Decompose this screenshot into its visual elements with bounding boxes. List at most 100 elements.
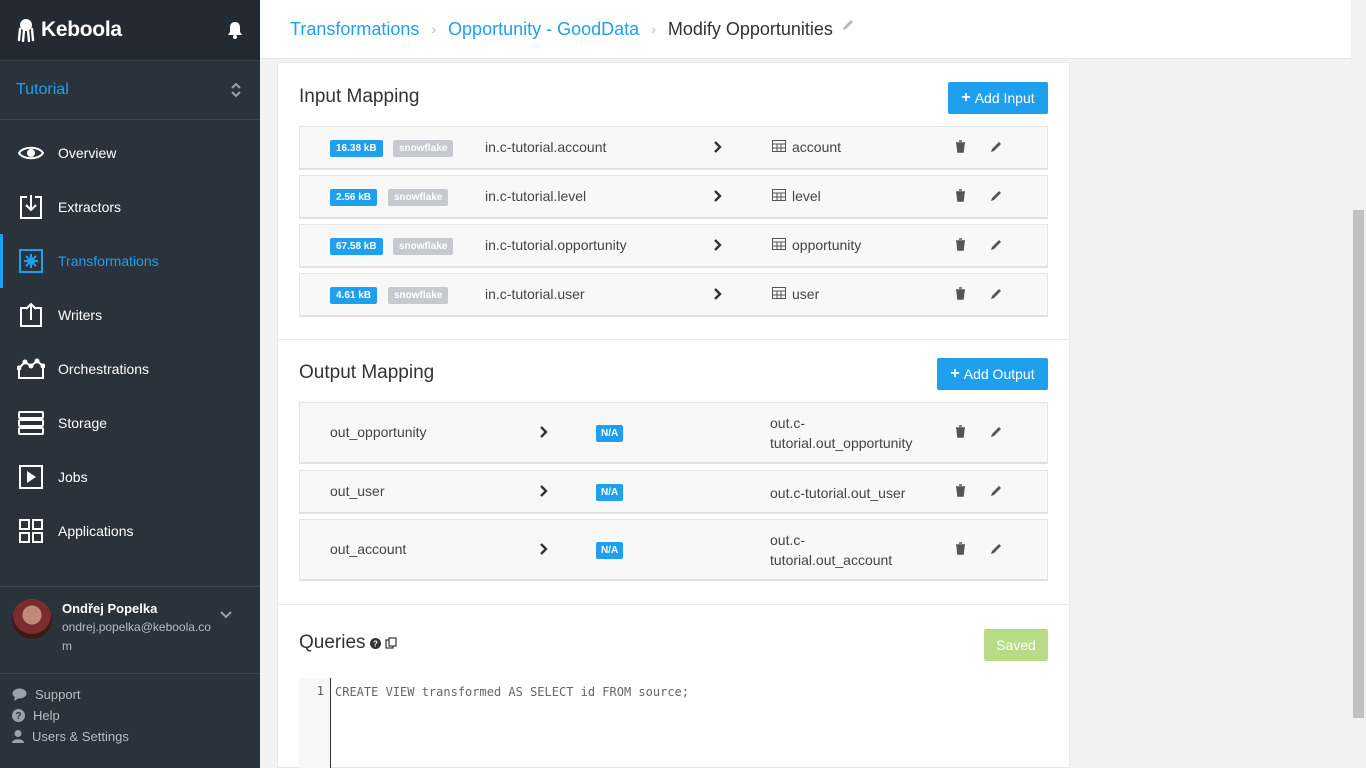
sidebar-item-writers[interactable]: Writers xyxy=(0,288,260,342)
destination-table: account xyxy=(792,139,842,155)
sidebar-item-label: Storage xyxy=(58,415,108,431)
line-number: 1 xyxy=(316,684,324,698)
avatar xyxy=(12,599,52,639)
chevron-right-icon xyxy=(540,426,548,438)
help-link[interactable]: ? Help xyxy=(12,705,129,726)
sidebar-item-label: Applications xyxy=(58,523,134,539)
page-title: Modify Opportunities xyxy=(667,18,833,39)
add-input-label: Add Input xyxy=(974,90,1035,106)
sidebar-item-storage[interactable]: Storage xyxy=(0,396,260,450)
output-mapping-row[interactable]: out_user N/A out.c-tutorial.out_user xyxy=(299,470,1048,514)
sidebar: Keboola Tutorial Overview Extractors Tra… xyxy=(0,0,260,768)
support-label: Support xyxy=(35,687,81,702)
user-menu[interactable]: Ondřej Popelka ondrej.popelka@keboola.co… xyxy=(0,586,260,674)
keboola-octopus-icon xyxy=(17,19,35,42)
sidebar-item-label: Overview xyxy=(58,145,117,161)
input-mapping-row[interactable]: 16.38 kB snowflake in.c-tutorial.account ac… xyxy=(299,126,1048,170)
destination-line: tutorial.out_opportunity xyxy=(770,435,913,451)
trash-icon[interactable] xyxy=(955,238,966,251)
users-settings-link[interactable]: Users & Settings xyxy=(12,726,129,747)
status-badge: N/A xyxy=(596,484,624,501)
eye-icon xyxy=(17,139,45,167)
trash-icon[interactable] xyxy=(955,484,966,497)
help-label: Help xyxy=(33,708,60,723)
pencil-icon[interactable] xyxy=(990,484,1003,497)
destination-line: tutorial.out_account xyxy=(770,552,893,568)
add-input-button[interactable]: + Add Input xyxy=(948,82,1048,114)
output-mapping-row[interactable]: out_opportunity N/A out.c-tutorial.out_opp… xyxy=(299,402,1048,464)
sidebar-item-extractors[interactable]: Extractors xyxy=(0,180,260,234)
extractor-icon xyxy=(17,193,45,221)
sidebar-item-orchestrations[interactable]: Orchestrations xyxy=(0,342,260,396)
section-divider xyxy=(278,339,1069,340)
copy-icon[interactable] xyxy=(384,637,397,649)
trash-icon[interactable] xyxy=(955,425,966,438)
trash-icon[interactable] xyxy=(955,542,966,555)
project-name: Tutorial xyxy=(16,81,69,98)
sidebar-item-label: Writers xyxy=(58,307,103,323)
help-icon: ? xyxy=(12,709,25,722)
pencil-icon[interactable] xyxy=(841,18,855,32)
user-email: ondrej.popelka@keboola.com xyxy=(62,620,211,653)
help-icon[interactable]: ? xyxy=(369,637,381,649)
keboola-logo[interactable]: Keboola xyxy=(17,18,122,42)
sidebar-nav: Overview Extractors Transformations Writ… xyxy=(0,120,260,558)
pencil-icon[interactable] xyxy=(990,189,1003,202)
user-name: Ondřej Popelka xyxy=(62,601,158,616)
trash-icon[interactable] xyxy=(955,140,966,153)
destination-line: out.c-tutorial.out_user xyxy=(770,485,906,501)
input-mapping-title: Input Mapping xyxy=(299,86,420,107)
input-mapping-row[interactable]: 67.58 kB snowflake in.c-tutorial.opportuni… xyxy=(299,224,1048,268)
sidebar-item-label: Transformations xyxy=(58,253,159,269)
destination-table: out.c-tutorial.out_user xyxy=(770,483,905,503)
input-mapping-row[interactable]: 2.56 kB snowflake in.c-tutorial.level level xyxy=(299,175,1048,219)
pencil-icon[interactable] xyxy=(990,287,1003,300)
chevron-right-icon xyxy=(540,543,548,555)
plus-icon: + xyxy=(950,365,960,382)
support-link[interactable]: Support xyxy=(12,684,129,705)
destination-table: user xyxy=(792,286,820,302)
pencil-icon[interactable] xyxy=(990,238,1003,251)
size-badge: 67.58 kB xyxy=(330,238,383,255)
code-line[interactable]: CREATE VIEW transformed AS SELECT id FRO… xyxy=(335,685,689,699)
svg-text:?: ? xyxy=(373,639,378,648)
app-name: Keboola xyxy=(41,18,122,41)
sidebar-item-label: Jobs xyxy=(58,469,88,485)
transformation-icon xyxy=(17,247,45,275)
add-output-button[interactable]: + Add Output xyxy=(937,358,1048,390)
sidebar-item-jobs[interactable]: Jobs xyxy=(0,450,260,504)
svg-text:?: ? xyxy=(15,711,21,722)
scrollbar[interactable] xyxy=(1351,0,1366,768)
breadcrumb-transformations[interactable]: Transformations xyxy=(290,19,419,40)
source-table: out_account xyxy=(330,541,407,557)
trash-icon[interactable] xyxy=(955,189,966,202)
breadcrumb-bucket[interactable]: Opportunity - GoodData xyxy=(448,19,639,40)
size-badge: 16.38 kB xyxy=(330,140,383,157)
bell-icon[interactable] xyxy=(227,21,243,39)
add-output-label: Add Output xyxy=(963,366,1035,382)
source-table: in.c-tutorial.opportunity xyxy=(485,237,627,253)
project-selector[interactable]: Tutorial xyxy=(0,60,260,120)
destination-table: level xyxy=(792,188,821,204)
scrollbar-thumb[interactable] xyxy=(1353,210,1364,718)
breadcrumb-separator-icon: › xyxy=(431,21,437,37)
chevron-down-icon xyxy=(220,611,232,619)
pencil-icon[interactable] xyxy=(990,542,1003,555)
saved-button[interactable]: Saved xyxy=(984,629,1048,661)
transformation-detail: Input Mapping + Add Input 16.38 kB snowfl… xyxy=(277,62,1070,768)
sidebar-item-overview[interactable]: Overview xyxy=(0,126,260,180)
sidebar-item-label: Orchestrations xyxy=(58,361,150,377)
table-icon xyxy=(772,238,786,250)
sidebar-item-transformations[interactable]: Transformations xyxy=(0,234,260,288)
table-icon xyxy=(772,140,786,152)
trash-icon[interactable] xyxy=(955,287,966,300)
sidebar-item-applications[interactable]: Applications xyxy=(0,504,260,558)
sql-editor[interactable]: 1 CREATE VIEW transformed AS SELECT id F… xyxy=(299,678,1048,768)
pencil-icon[interactable] xyxy=(990,140,1003,153)
jobs-icon xyxy=(17,463,45,491)
pencil-icon[interactable] xyxy=(990,425,1003,438)
breadcrumb: Transformations › Opportunity - GoodData… xyxy=(260,0,1351,59)
output-mapping-row[interactable]: out_account N/A out.c-tutorial.out_account xyxy=(299,519,1048,581)
input-mapping-row[interactable]: 4.61 kB snowflake in.c-tutorial.user user xyxy=(299,273,1048,317)
destination-table: opportunity xyxy=(792,237,862,253)
